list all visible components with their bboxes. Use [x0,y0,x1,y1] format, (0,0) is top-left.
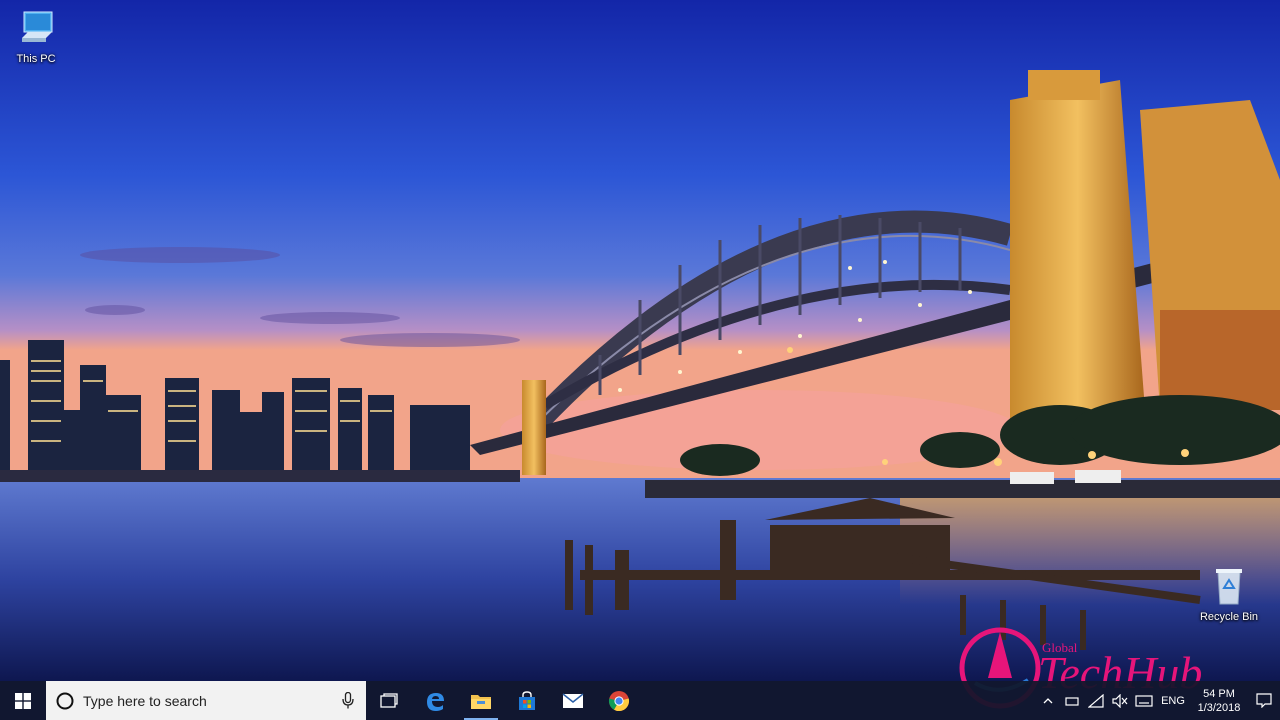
edge-taskbar-button[interactable] [412,681,458,720]
folder-icon [471,694,491,709]
show-hidden-icons-button[interactable] [1036,681,1060,720]
this-pc-desktop-icon[interactable]: This PC [0,8,72,65]
store-taskbar-button[interactable] [504,681,550,720]
this-pc-label: This PC [16,53,56,65]
chevron-up-icon [1043,697,1053,703]
usb-eject-icon [1065,696,1079,706]
notification-icon [1256,693,1272,708]
clock-date: 1/3/2018 [1197,701,1241,714]
start-button[interactable] [0,681,46,720]
microphone-icon[interactable] [342,692,354,709]
chrome-taskbar-button[interactable] [596,681,642,720]
edge-icon [427,692,444,711]
desktop-wallpaper [0,0,1280,681]
mail-taskbar-button[interactable] [550,681,596,720]
recycle-bin-icon [1216,569,1242,605]
taskbar-search-box[interactable]: Type here to search [46,681,366,720]
clock-time: 54 PM [1203,687,1235,700]
input-language-indicator[interactable]: ENG [1156,695,1190,707]
windows-logo-icon [15,692,31,709]
action-center-button[interactable] [1248,681,1280,720]
taskbar-clock[interactable]: 54 PM 1/3/2018 [1190,687,1248,715]
chrome-icon [608,690,630,711]
store-icon [519,690,535,710]
volume-muted-icon [1112,693,1128,708]
recycle-bin-desktop-icon[interactable]: Recycle Bin [1193,566,1265,623]
search-placeholder: Type here to search [83,692,207,709]
network-icon [1088,693,1104,708]
this-pc-icon [22,11,53,42]
recycle-bin-label: Recycle Bin [1199,611,1259,623]
tray-app-button[interactable] [1060,681,1084,720]
task-view-button[interactable] [366,681,412,720]
task-view-icon [380,692,398,708]
taskbar: Type here to search ENG 54 PM 1/3/2018 [0,681,1280,720]
keyboard-button[interactable] [1132,681,1156,720]
network-button[interactable] [1084,681,1108,720]
mail-icon [562,692,584,708]
keyboard-icon [1135,694,1153,707]
file-explorer-taskbar-button[interactable] [458,681,504,720]
cortana-circle-icon [56,692,74,709]
system-tray: ENG 54 PM 1/3/2018 [1036,681,1280,720]
volume-button[interactable] [1108,681,1132,720]
